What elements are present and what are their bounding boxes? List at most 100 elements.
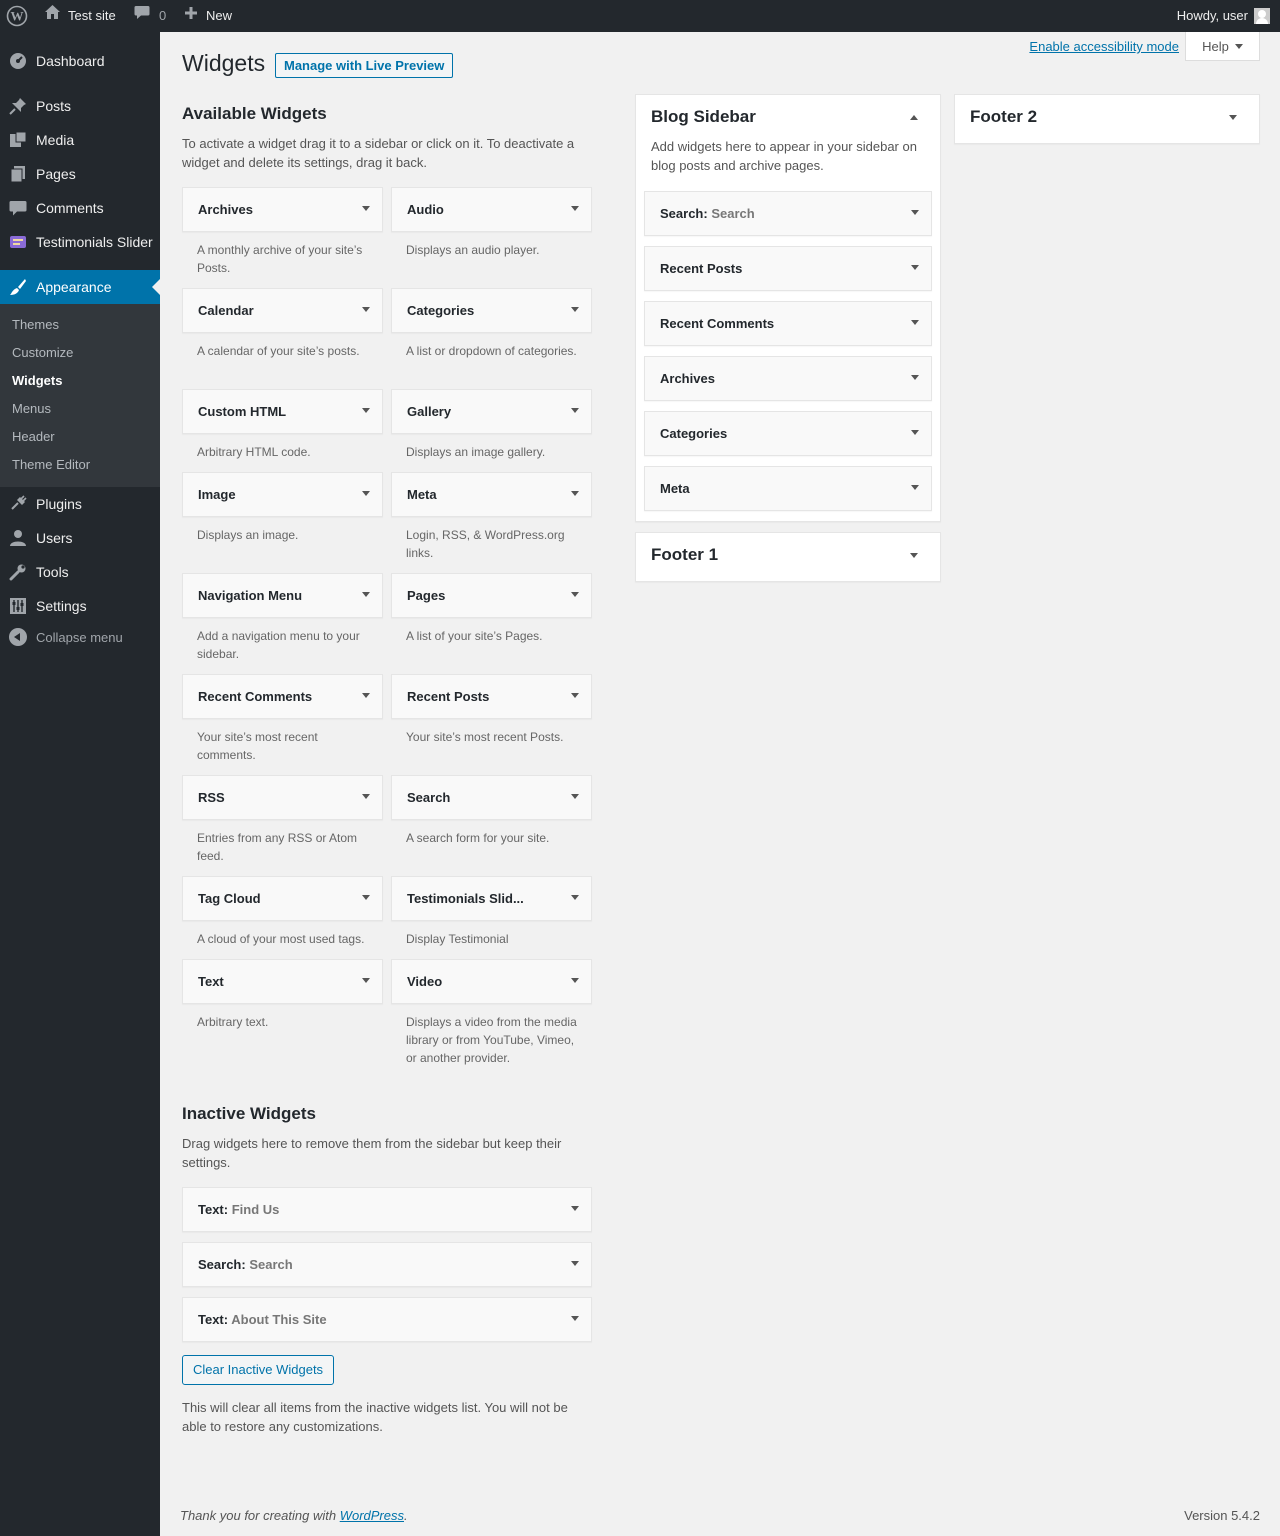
chevron-down-icon[interactable] <box>571 592 579 597</box>
chevron-down-icon[interactable] <box>571 1206 579 1211</box>
chevron-down-icon[interactable] <box>571 794 579 799</box>
menu-label: Users <box>36 530 73 546</box>
widget-recent-posts[interactable]: Recent Posts <box>391 674 592 719</box>
widget-recent-comments[interactable]: Recent Comments <box>182 674 383 719</box>
wordpress-link[interactable]: WordPress <box>340 1508 404 1523</box>
chevron-down-icon[interactable] <box>911 485 919 490</box>
chevron-down-icon[interactable] <box>910 553 918 558</box>
chevron-down-icon[interactable] <box>362 895 370 900</box>
menu-posts[interactable]: Posts <box>0 89 160 123</box>
submenu-header[interactable]: Header <box>12 429 55 444</box>
footer-2-area[interactable]: Footer 2 <box>954 94 1260 144</box>
clear-inactive-widgets-button[interactable]: Clear Inactive Widgets <box>182 1355 335 1385</box>
sidebar-widget[interactable]: Search: Search <box>644 191 932 236</box>
chevron-down-icon[interactable] <box>571 1316 579 1321</box>
widget-audio[interactable]: Audio <box>391 187 592 232</box>
site-name-link[interactable]: Test site <box>44 0 116 32</box>
chevron-down-icon[interactable] <box>571 408 579 413</box>
wordpress-logo-icon[interactable]: W <box>6 0 28 32</box>
account-menu[interactable]: Howdy, user <box>1177 0 1270 32</box>
chevron-down-icon[interactable] <box>362 206 370 211</box>
widget-video[interactable]: Video <box>391 959 592 1004</box>
chevron-up-icon[interactable] <box>910 115 918 120</box>
widget-search[interactable]: Search <box>391 775 592 820</box>
widget-title-text: Archives <box>660 371 715 386</box>
menu-media[interactable]: Media <box>0 123 160 157</box>
widget-navigation-menu[interactable]: Navigation Menu <box>182 573 383 618</box>
widget-title: Archives <box>198 188 253 231</box>
chevron-down-icon[interactable] <box>362 693 370 698</box>
enable-accessibility-mode-link[interactable]: Enable accessibility mode <box>1029 39 1179 54</box>
widget-categories[interactable]: Categories <box>391 288 592 333</box>
widget-tag-cloud[interactable]: Tag Cloud <box>182 876 383 921</box>
chevron-down-icon[interactable] <box>1229 115 1237 120</box>
chevron-down-icon[interactable] <box>571 1261 579 1266</box>
widget-text[interactable]: Text <box>182 959 383 1004</box>
comments-link[interactable]: 0 <box>134 0 166 32</box>
chevron-down-icon[interactable] <box>911 210 919 215</box>
home-icon <box>44 0 61 32</box>
chevron-down-icon[interactable] <box>911 320 919 325</box>
collapse-menu-button[interactable]: Collapse menu <box>0 628 123 646</box>
chevron-down-icon[interactable] <box>911 265 919 270</box>
help-tab-button[interactable]: Help <box>1185 32 1260 61</box>
chevron-down-icon[interactable] <box>571 895 579 900</box>
new-content-link[interactable]: New <box>184 0 232 32</box>
menu-dashboard[interactable]: Dashboard <box>0 44 160 78</box>
widget-description: Your site’s most recent Posts. <box>406 730 564 744</box>
widget-calendar[interactable]: Calendar <box>182 288 383 333</box>
sidebar-widget[interactable]: Recent Posts <box>644 246 932 291</box>
sidebar-widget[interactable]: Meta <box>644 466 932 511</box>
widget-image[interactable]: Image <box>182 472 383 517</box>
manage-live-preview-button[interactable]: Manage with Live Preview <box>275 53 454 78</box>
inactive-widget[interactable]: Text: About This Site <box>182 1297 592 1342</box>
chevron-down-icon[interactable] <box>571 491 579 496</box>
chevron-down-icon[interactable] <box>571 693 579 698</box>
chevron-down-icon[interactable] <box>362 307 370 312</box>
widget-archives[interactable]: Archives <box>182 187 383 232</box>
chevron-down-icon[interactable] <box>571 307 579 312</box>
widget-custom-html[interactable]: Custom HTML <box>182 389 383 434</box>
chevron-down-icon[interactable] <box>362 978 370 983</box>
widget-description: A monthly archive of your site’s Posts. <box>197 243 363 275</box>
widget-instance-title: Find Us <box>231 1202 280 1217</box>
submenu-customize[interactable]: Customize <box>12 345 73 360</box>
menu-tools[interactable]: Tools <box>0 555 160 589</box>
available-widgets-description: To activate a widget drag it to a sideba… <box>182 136 575 170</box>
chevron-down-icon[interactable] <box>571 978 579 983</box>
footer-1-area[interactable]: Footer 1 <box>635 532 941 582</box>
sidebar-widget[interactable]: Recent Comments <box>644 301 932 346</box>
menu-comments[interactable]: Comments <box>0 191 160 225</box>
blog-sidebar-title[interactable]: Blog Sidebar <box>651 107 756 127</box>
submenu-themes[interactable]: Themes <box>12 317 59 332</box>
menu-testimonials-slider[interactable]: Testimonials Slider <box>0 225 160 259</box>
submenu-menus[interactable]: Menus <box>12 401 51 416</box>
widget-gallery[interactable]: Gallery <box>391 389 592 434</box>
widget-meta[interactable]: Meta <box>391 472 592 517</box>
chevron-down-icon[interactable] <box>362 794 370 799</box>
widget-title: Search: Search <box>660 192 755 235</box>
menu-appearance[interactable]: Appearance <box>0 270 160 304</box>
widget-pages[interactable]: Pages <box>391 573 592 618</box>
chevron-down-icon[interactable] <box>362 592 370 597</box>
menu-settings[interactable]: Settings <box>0 589 160 623</box>
sidebar-widget[interactable]: Archives <box>644 356 932 401</box>
chevron-down-icon[interactable] <box>362 491 370 496</box>
inactive-widget[interactable]: Text: Find Us <box>182 1187 592 1232</box>
submenu-theme-editor[interactable]: Theme Editor <box>12 457 90 472</box>
media-icon <box>0 131 36 149</box>
menu-pages[interactable]: Pages <box>0 157 160 191</box>
chevron-down-icon[interactable] <box>571 206 579 211</box>
widget-description: Displays an image. <box>197 528 299 542</box>
widget-description: Displays an audio player. <box>406 243 540 257</box>
menu-plugins[interactable]: Plugins <box>0 487 160 521</box>
chevron-down-icon[interactable] <box>362 408 370 413</box>
submenu-widgets[interactable]: Widgets <box>12 373 62 388</box>
menu-users[interactable]: Users <box>0 521 160 555</box>
chevron-down-icon[interactable] <box>911 375 919 380</box>
sidebar-widget[interactable]: Categories <box>644 411 932 456</box>
inactive-widget[interactable]: Search: Search <box>182 1242 592 1287</box>
widget-rss[interactable]: RSS <box>182 775 383 820</box>
chevron-down-icon[interactable] <box>911 430 919 435</box>
widget-testimonials-slid[interactable]: Testimonials Slid... <box>391 876 592 921</box>
